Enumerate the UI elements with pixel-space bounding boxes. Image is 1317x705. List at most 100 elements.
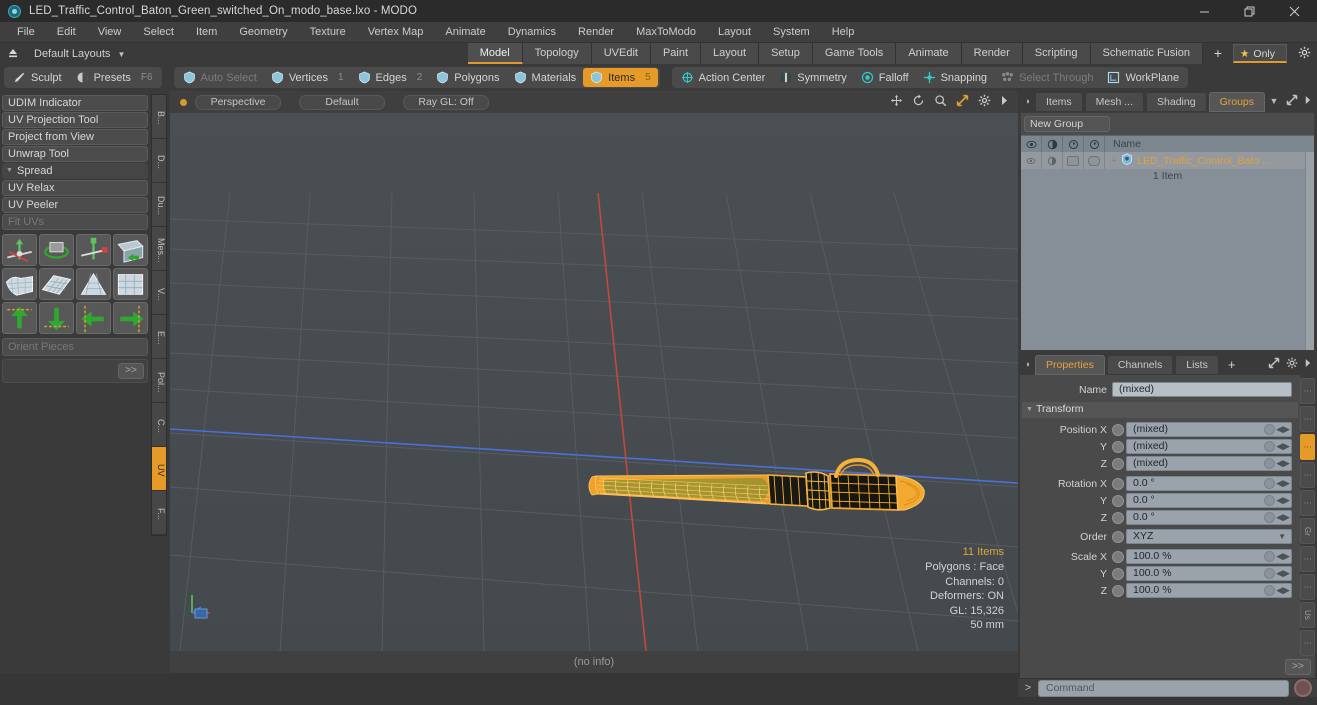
tab-mesh[interactable]: Mesh ... <box>1084 92 1145 112</box>
menu-item-help[interactable]: Help <box>821 22 866 43</box>
properties-vtab-1[interactable]: ⋮ <box>1300 406 1315 432</box>
tab-shading[interactable]: Shading <box>1146 92 1207 112</box>
tool-button-items[interactable]: Items 5 <box>583 68 658 87</box>
left-vtab-b[interactable]: B... <box>152 95 166 139</box>
property-spinner[interactable]: ◀▶ <box>1276 440 1290 453</box>
left-tool-project-from-view[interactable]: Project from View <box>2 129 148 145</box>
property-value-field[interactable]: 0.0 ° ◀▶ <box>1126 493 1292 508</box>
properties-vtab-0[interactable]: ⋮ <box>1300 378 1315 404</box>
property-ghost-knob[interactable] <box>1264 458 1275 469</box>
property-spinner[interactable]: ◀▶ <box>1276 494 1290 507</box>
uv-grid-icon[interactable] <box>39 268 74 300</box>
layout-tab-paint[interactable]: Paint <box>650 43 702 64</box>
name-field[interactable]: (mixed) <box>1112 382 1292 397</box>
property-spinner[interactable]: ◀▶ <box>1276 550 1290 563</box>
layout-tab-setup[interactable]: Setup <box>759 43 813 64</box>
group-list-body[interactable]: + LED_Traffic_Control_Bato ... 1 Item <box>1021 152 1314 350</box>
left-vtab-du[interactable]: Du... <box>152 183 166 227</box>
menu-item-dynamics[interactable]: Dynamics <box>497 22 567 43</box>
layout-up-icon[interactable] <box>0 47 26 60</box>
properties-gear-icon[interactable] <box>1286 357 1298 372</box>
menu-item-system[interactable]: System <box>762 22 821 43</box>
command-input[interactable]: Command <box>1038 679 1289 697</box>
zoom-icon[interactable] <box>934 94 947 107</box>
tool-button-vertices[interactable]: Vertices 1 <box>264 68 351 87</box>
property-ghost-knob[interactable] <box>1264 512 1275 523</box>
left-vtab-mes[interactable]: Mes... <box>152 227 166 271</box>
tool-button-polygons[interactable]: Polygons <box>429 68 506 87</box>
tool-button-workplane[interactable]: WorkPlane <box>1100 68 1186 87</box>
properties-vtab-4[interactable]: ⋮ <box>1300 490 1315 516</box>
3d-model-led-traffic-baton[interactable] <box>578 448 938 528</box>
tool-button-auto-select[interactable]: Auto Select <box>176 68 264 87</box>
uv-flip-icon[interactable] <box>113 234 148 266</box>
properties-vtab-7[interactable]: ⋮ <box>1300 574 1315 600</box>
viewport-projection-dropdown[interactable]: Perspective <box>195 94 281 110</box>
viewport-raygl-dropdown[interactable]: Ray GL: Off <box>403 94 489 110</box>
viewport-more-icon[interactable] <box>1000 95 1008 106</box>
property-channel-knob[interactable] <box>1112 567 1124 580</box>
property-channel-knob[interactable] <box>1112 511 1124 524</box>
3d-viewport[interactable]: 11 Items Polygons : Face Channels: 0 Def… <box>170 113 1018 651</box>
left-tool-uv-peeler[interactable]: UV Peeler <box>2 197 148 213</box>
tool-button-edges[interactable]: Edges 2 <box>351 68 430 87</box>
layout-tab-animate[interactable]: Animate <box>896 43 962 64</box>
properties-menu-icon[interactable]: ◗ <box>1021 354 1035 375</box>
table-row[interactable]: + LED_Traffic_Control_Bato ... <box>1021 152 1314 169</box>
layout-tab-layout[interactable]: Layout <box>701 43 760 64</box>
property-ghost-knob[interactable] <box>1264 424 1275 435</box>
property-channel-knob[interactable] <box>1112 530 1124 543</box>
property-ghost-knob[interactable] <box>1264 495 1275 506</box>
uv-rotate-icon[interactable] <box>39 234 74 266</box>
properties-vtab-6[interactable]: ⋮ <box>1300 546 1315 572</box>
uv-scale-icon[interactable] <box>76 234 111 266</box>
menu-item-render[interactable]: Render <box>567 22 625 43</box>
layout-gear-icon[interactable] <box>1291 46 1317 62</box>
left-vtab-f[interactable]: F... <box>152 491 166 535</box>
lock-icon[interactable] <box>1063 135 1084 153</box>
left-tool-spread[interactable]: Spread <box>2 163 148 179</box>
tool-button-sculpt[interactable]: Sculpt <box>6 68 69 87</box>
left-vtab-v[interactable]: V... <box>152 271 166 315</box>
property-channel-knob[interactable] <box>1112 477 1124 490</box>
rotate-icon[interactable] <box>912 94 925 107</box>
tool-button-select-through[interactable]: Select Through <box>994 68 1100 87</box>
menu-item-edit[interactable]: Edit <box>46 22 87 43</box>
tool-button-action-center[interactable]: Action Center <box>674 68 773 87</box>
new-group-button[interactable]: New Group <box>1024 116 1110 132</box>
left-panel-more-button[interactable]: >> <box>118 363 144 379</box>
property-channel-knob[interactable] <box>1112 440 1124 453</box>
layout-tab-render[interactable]: Render <box>961 43 1023 64</box>
orient-pieces-button[interactable]: Orient Pieces <box>2 338 148 356</box>
menu-item-geometry[interactable]: Geometry <box>228 22 298 43</box>
left-tool-uv-relax[interactable]: UV Relax <box>2 180 148 196</box>
right-panel-menu-icon[interactable]: ◗ <box>1021 91 1035 112</box>
uv-move-icon[interactable] <box>2 234 37 266</box>
properties-more-button[interactable]: >> <box>1285 659 1311 675</box>
layout-tab-scripting[interactable]: Scripting <box>1022 43 1091 64</box>
left-vtab-uv[interactable]: UV <box>152 447 166 491</box>
tab-add[interactable]: + <box>1221 355 1243 375</box>
property-value-field[interactable]: 0.0 ° ◀▶ <box>1126 510 1292 525</box>
property-ghost-knob[interactable] <box>1264 551 1275 562</box>
default-layouts-dropdown[interactable]: Default Layouts ▼ <box>26 48 133 60</box>
uv-down-icon[interactable] <box>39 302 74 334</box>
properties-more-icon[interactable] <box>1304 358 1311 371</box>
transform-section-header[interactable]: Transform <box>1022 402 1298 418</box>
pan-icon[interactable] <box>890 94 903 107</box>
layout-tab-game-tools[interactable]: Game Tools <box>812 43 897 64</box>
render-icon[interactable] <box>1084 135 1105 153</box>
only-toggle-button[interactable]: ★ Only <box>1232 44 1287 63</box>
right-panel-tab-caret-icon[interactable]: ▼ <box>1267 91 1281 112</box>
menu-item-item[interactable]: Item <box>185 22 228 43</box>
row-visibility-icon[interactable] <box>1021 152 1042 169</box>
left-tool-unwrap-tool[interactable]: Unwrap Tool <box>2 146 148 162</box>
property-spinner[interactable]: ◀▶ <box>1276 423 1290 436</box>
tool-button-presets[interactable]: Presets F6 <box>69 68 160 87</box>
minimize-button[interactable] <box>1182 0 1227 22</box>
tool-button-symmetry[interactable]: Symmetry <box>772 68 854 87</box>
close-button[interactable] <box>1272 0 1317 22</box>
right-panel-expand-icon[interactable] <box>1286 94 1298 109</box>
left-vtab-pol[interactable]: Pol... <box>152 359 166 403</box>
property-value-field[interactable]: 100.0 % ◀▶ <box>1126 566 1292 581</box>
